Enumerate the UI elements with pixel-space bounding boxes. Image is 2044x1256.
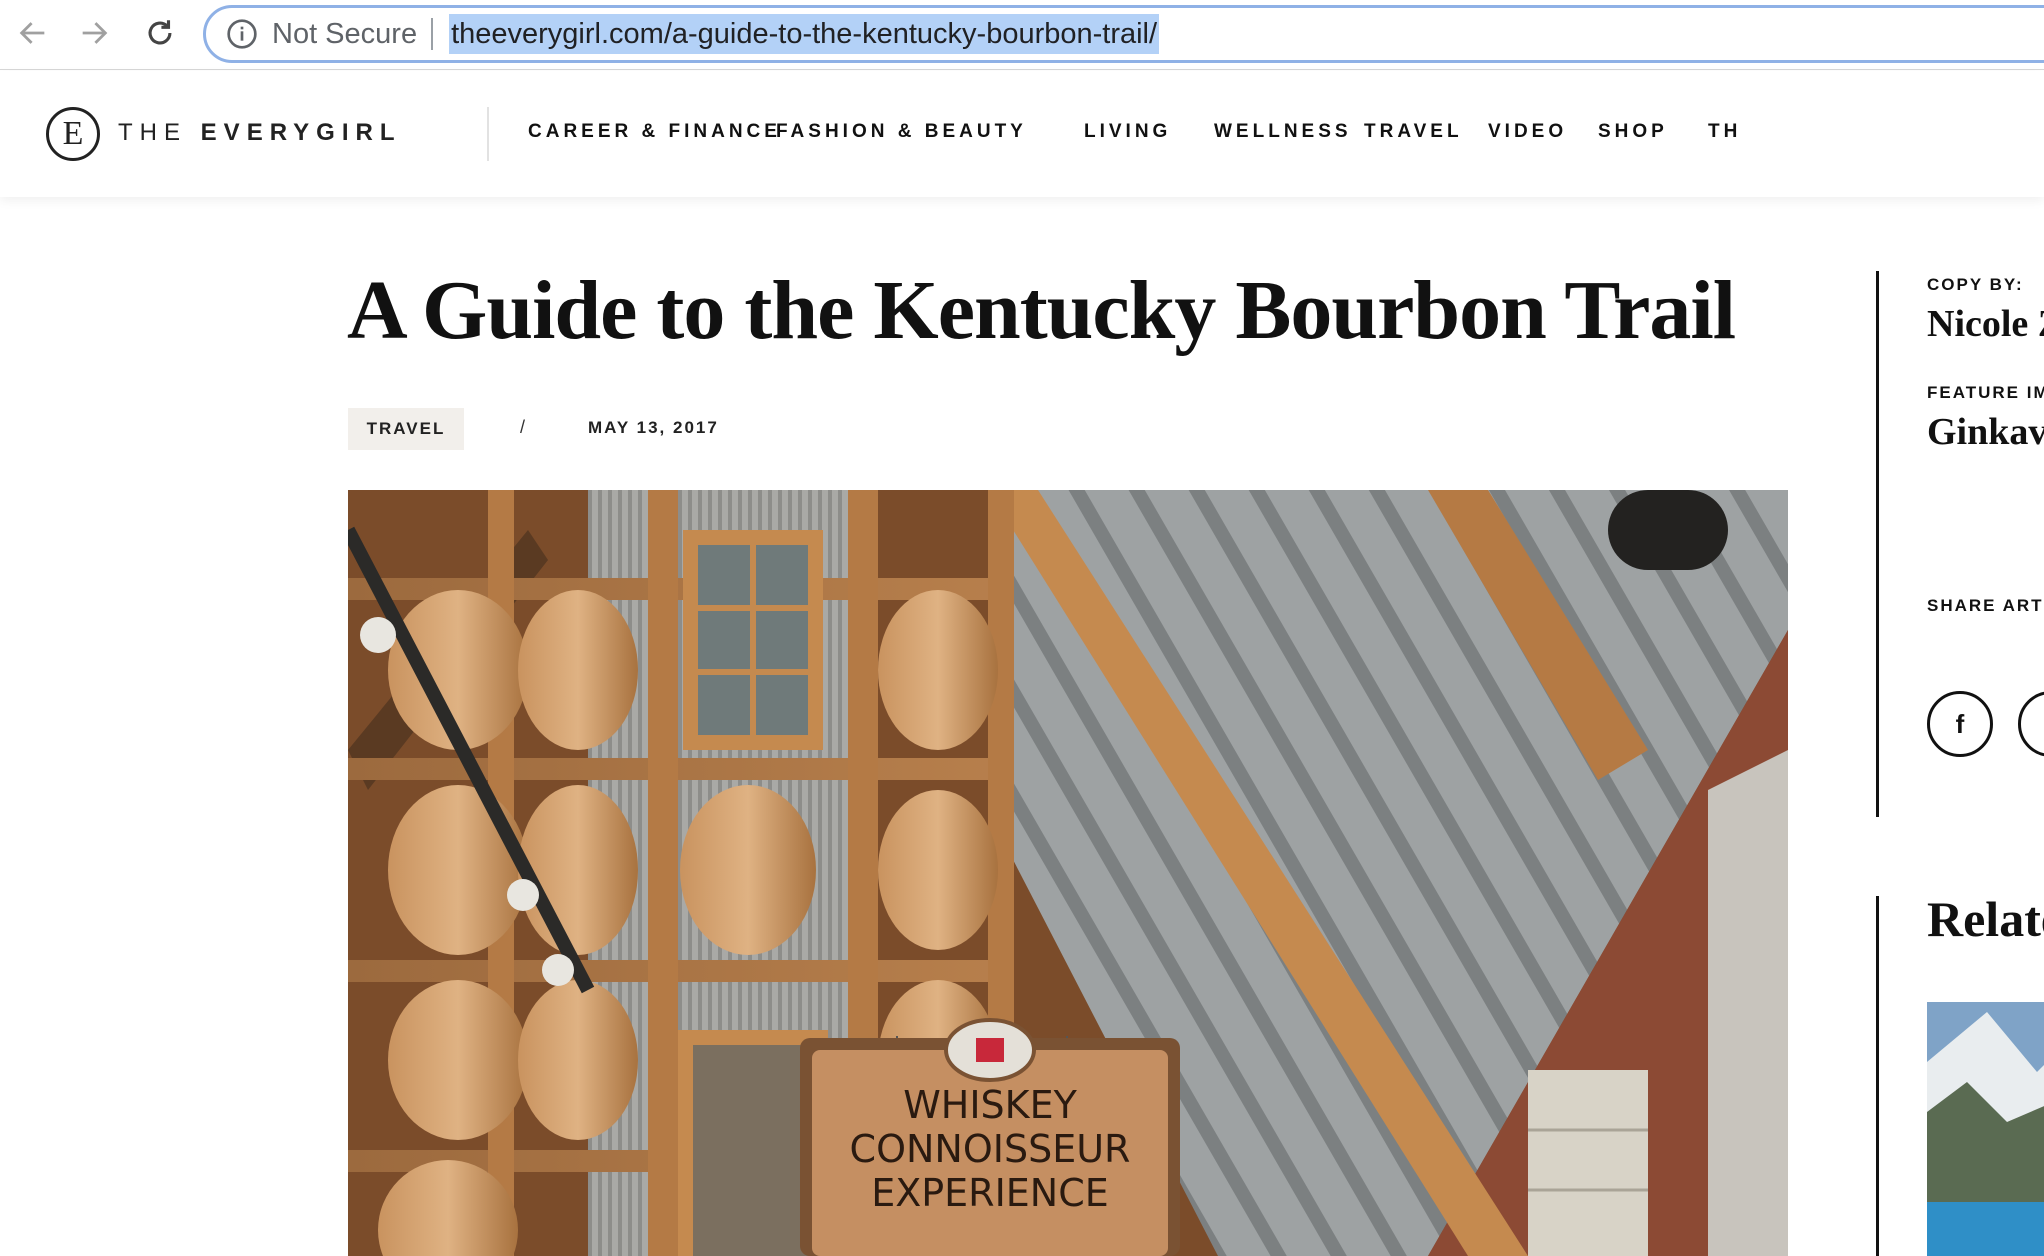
browser-toolbar: Not Secure theeverygirl.com/a-guide-to-t… — [0, 0, 2044, 70]
sign-line-2: CONNOISSEUR — [850, 1127, 1131, 1171]
back-button[interactable] — [10, 10, 56, 56]
logo-word-the: THE — [118, 119, 187, 146]
share-facebook-button[interactable]: f — [1927, 691, 1993, 757]
article-date: MAY 13, 2017 — [588, 418, 719, 437]
logo-mark[interactable]: E — [46, 107, 100, 161]
feature-image-label: FEATURE IM — [1927, 383, 2044, 402]
nav-living[interactable]: LIVING — [1084, 121, 1193, 143]
url-separator — [431, 18, 434, 50]
nav-career-finance[interactable]: CAREER & FINANCE — [528, 121, 777, 143]
category-tag[interactable]: TRAVEL — [348, 408, 464, 450]
header-divider — [487, 107, 489, 161]
related-thumbnail-image — [1927, 1002, 2044, 1256]
back-arrow-icon — [19, 22, 45, 44]
nav-fashion-beauty[interactable]: FASHION & BEAUTY — [776, 121, 1084, 143]
hero-image: WHISKEY CONNOISSEUR EXPERIENCE — [348, 490, 1788, 1256]
nav-wellness[interactable]: WELLNESS — [1214, 121, 1349, 143]
url-text[interactable]: theeverygirl.com/a-guide-to-the-kentucky… — [449, 14, 1160, 54]
copy-by-label: COPY BY: — [1927, 275, 2024, 294]
nav-video[interactable]: VIDEO — [1488, 121, 1590, 143]
security-status[interactable]: Not Secure — [272, 18, 417, 51]
site-logo[interactable]: THE EVERYGIRL — [118, 119, 401, 147]
sign-line-3: EXPERIENCE — [871, 1171, 1109, 1215]
meta-separator: / — [520, 417, 526, 437]
info-icon[interactable] — [226, 18, 258, 50]
site-header: E THE EVERYGIRL CAREER & FINANCE FASHION… — [0, 71, 2044, 197]
forward-arrow-icon — [82, 22, 108, 44]
logo-word-everygirl: EVERYGIRL — [200, 119, 402, 146]
address-bar[interactable]: Not Secure theeverygirl.com/a-guide-to-t… — [203, 5, 2044, 63]
forward-button[interactable] — [71, 10, 117, 56]
share-article-label: SHARE ARTI — [1927, 596, 2044, 615]
copy-by-author[interactable]: Nicole Z — [1927, 302, 2044, 346]
bourbon-barrel-room-illustration: WHISKEY CONNOISSEUR EXPERIENCE — [348, 490, 1788, 1256]
sidebar-divider — [1876, 271, 1879, 817]
nav-travel[interactable]: TRAVEL — [1364, 121, 1478, 143]
related-articles-heading: Relate — [1927, 891, 2044, 947]
facebook-icon: f — [1955, 708, 1965, 739]
related-article-thumbnail[interactable] — [1927, 1002, 2044, 1256]
reload-icon — [148, 20, 172, 45]
nav-th[interactable]: TH — [1708, 121, 1748, 143]
sign-line-1: WHISKEY — [903, 1083, 1077, 1127]
sidebar-divider-lower — [1876, 896, 1879, 1256]
main-nav: CAREER & FINANCE FASHION & BEAUTY LIVING… — [528, 121, 1748, 143]
nav-shop[interactable]: SHOP — [1598, 121, 1685, 143]
article-title: A Guide to the Kentucky Bourbon Trail — [347, 264, 1736, 357]
share-second-button[interactable] — [2018, 691, 2044, 757]
feature-image-credit[interactable]: Ginkav — [1927, 410, 2044, 454]
reload-button[interactable] — [137, 10, 183, 56]
